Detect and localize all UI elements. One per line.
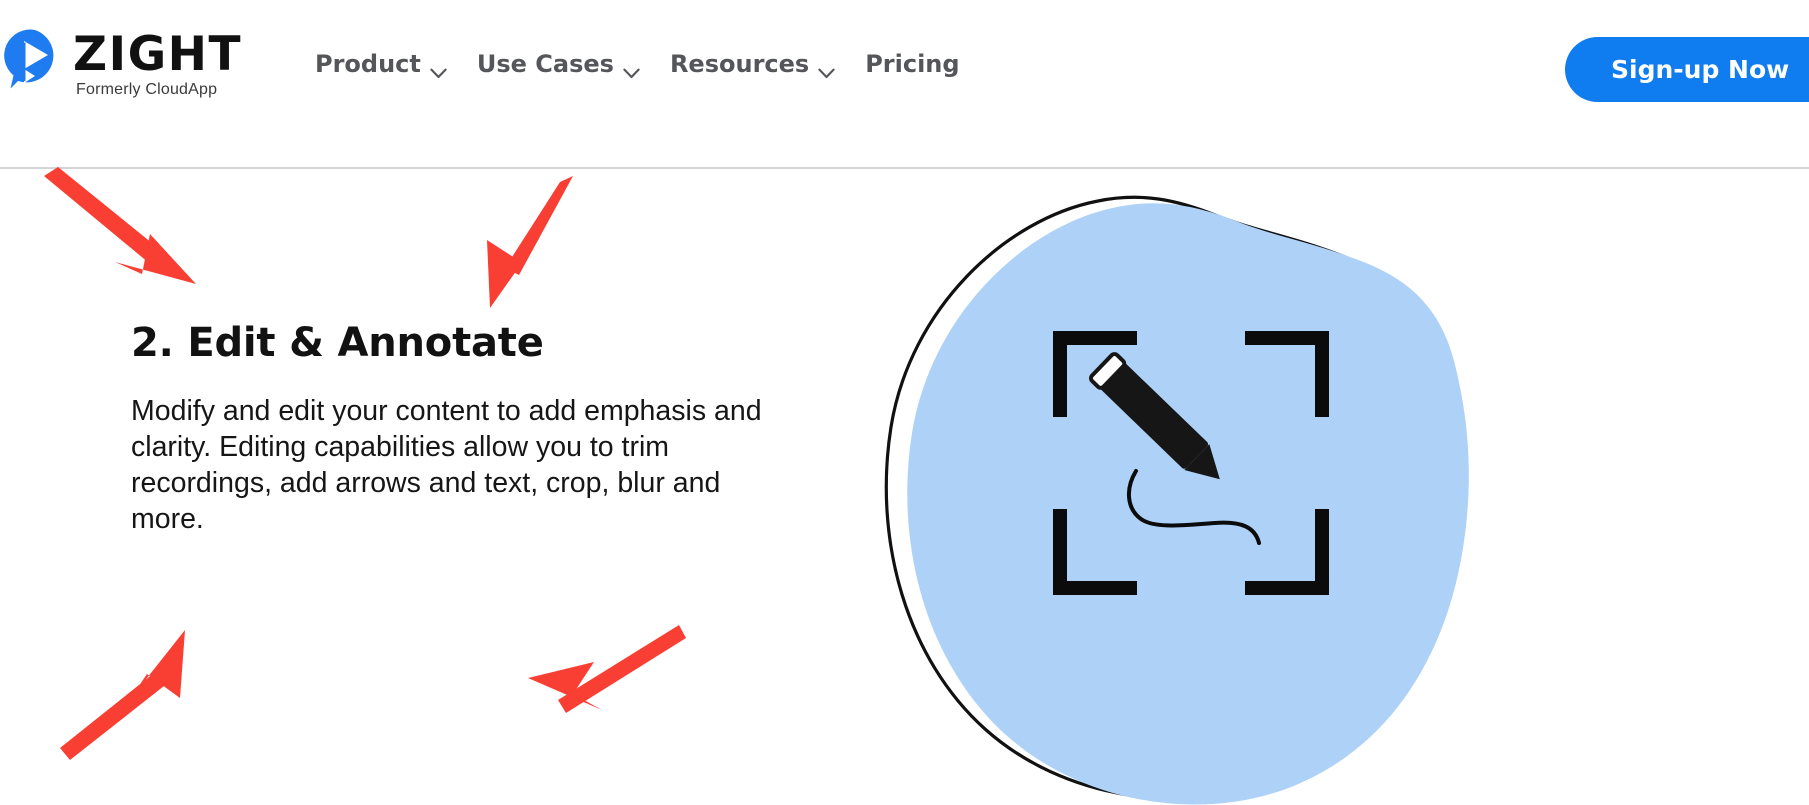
nav-label-product: Product: [315, 50, 421, 78]
chevron-down-icon: [623, 59, 640, 78]
feature-body-text: Modify and edit your content to add emph…: [131, 395, 762, 535]
page-root: ZIGHT Formerly CloudApp Product Use Case…: [0, 0, 1809, 805]
feature-illustration: [855, 159, 1495, 805]
nav-label-pricing: Pricing: [865, 50, 960, 78]
nav-item-use-cases[interactable]: Use Cases: [476, 50, 640, 78]
nav-item-product[interactable]: Product: [315, 50, 447, 78]
signup-now-button[interactable]: Sign-up Now: [1565, 37, 1809, 102]
zight-play-bubble-icon: [4, 28, 64, 90]
primary-navigation: Product Use Cases Resources Pricing: [315, 50, 960, 78]
feature-copy-block: 2. Edit & Annotate Modify and edit your …: [131, 319, 901, 538]
brand-tagline: Formerly CloudApp: [76, 81, 218, 99]
chevron-down-icon: [818, 59, 835, 78]
nav-label-use-cases: Use Cases: [476, 50, 614, 78]
nav-item-resources[interactable]: Resources: [669, 50, 835, 78]
brand-text-block: ZIGHT Formerly CloudApp: [73, 28, 242, 99]
site-header: ZIGHT Formerly CloudApp Product Use Case…: [0, 0, 1809, 169]
blob-fill: [907, 203, 1469, 805]
brand-wordmark: ZIGHT: [73, 27, 243, 82]
feature-section: 2. Edit & Annotate Modify and edit your …: [0, 169, 1809, 805]
feature-heading: 2. Edit & Annotate: [131, 320, 544, 366]
chevron-down-icon: [430, 59, 447, 78]
nav-item-pricing[interactable]: Pricing: [865, 52, 959, 76]
nav-label-resources: Resources: [669, 50, 810, 78]
brand-logo-link[interactable]: ZIGHT Formerly CloudApp: [4, 28, 242, 99]
